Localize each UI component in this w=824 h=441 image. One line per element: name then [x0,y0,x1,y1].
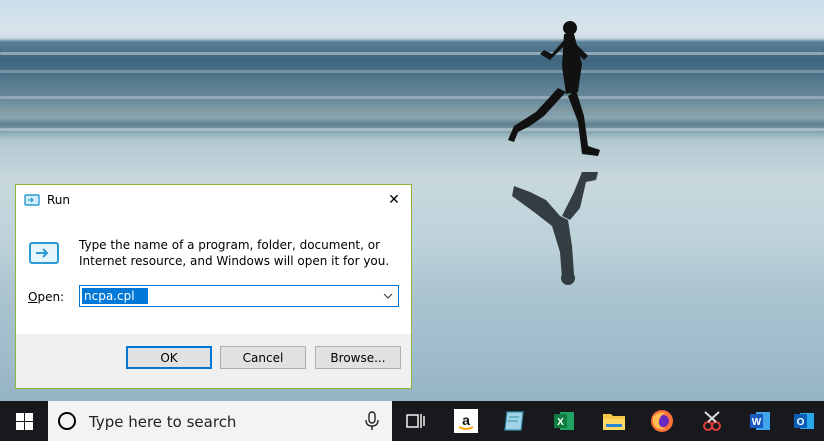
run-title: Run [47,193,71,207]
taskbar-file-explorer[interactable] [590,401,638,441]
taskbar-excel[interactable]: X [540,401,588,441]
open-dropdown-button[interactable] [380,288,396,304]
microphone-icon[interactable] [364,411,380,431]
open-label-text: pen: [37,290,65,304]
open-label: Open: [28,290,64,304]
wallpaper-wave [0,96,824,99]
search-placeholder: Type here to search [89,413,237,431]
file-explorer-icon [603,414,625,430]
start-button[interactable] [0,401,48,441]
snipping-tool-icon [703,411,721,431]
close-button[interactable]: ✕ [377,185,411,215]
svg-text:X: X [557,417,564,428]
close-icon: ✕ [388,192,400,208]
taskbar-word[interactable]: W [736,401,784,441]
notepad-app-icon [504,411,524,431]
open-input[interactable] [82,288,148,304]
run-description: Type the name of a program, folder, docu… [79,238,390,268]
taskbar-outlook[interactable]: O [784,401,824,441]
windows-start-icon [15,412,33,430]
task-view-button[interactable] [392,401,440,441]
run-footer: OK Cancel Browse... [16,334,411,388]
cortana-circle-icon [58,412,76,430]
excel-icon: X [554,412,574,430]
wallpaper-wave [0,70,824,73]
cancel-button[interactable]: Cancel [220,346,306,369]
svg-text:O: O [797,417,805,428]
firefox-icon [651,410,673,432]
task-view-icon [406,414,425,428]
word-icon: W [750,412,770,430]
amazon-icon: a [454,409,478,433]
run-app-icon [24,194,40,206]
run-titlebar[interactable]: Run ✕ [16,185,411,215]
wallpaper-wave [0,52,824,55]
taskbar-firefox[interactable] [638,401,686,441]
ok-button[interactable]: OK [126,346,212,369]
wallpaper-wave [0,128,824,131]
chevron-down-icon [383,293,393,299]
runner-silhouette [508,21,600,285]
browse-button[interactable]: Browse... [315,346,401,369]
svg-text:a: a [462,412,470,428]
taskbar: Type here to search a X W O [0,401,824,441]
outlook-icon: O [794,413,814,429]
open-combobox[interactable] [79,285,399,307]
taskbar-search-box[interactable]: Type here to search [48,401,392,441]
svg-text:W: W [752,417,762,428]
run-large-icon [29,242,59,264]
taskbar-snipping-tool[interactable] [688,401,736,441]
taskbar-amazon[interactable]: a [442,401,490,441]
wallpaper-wave [0,108,824,111]
taskbar-notepad[interactable] [490,401,538,441]
run-dialog: Run ✕ Type the name of a program, folder… [15,184,412,389]
